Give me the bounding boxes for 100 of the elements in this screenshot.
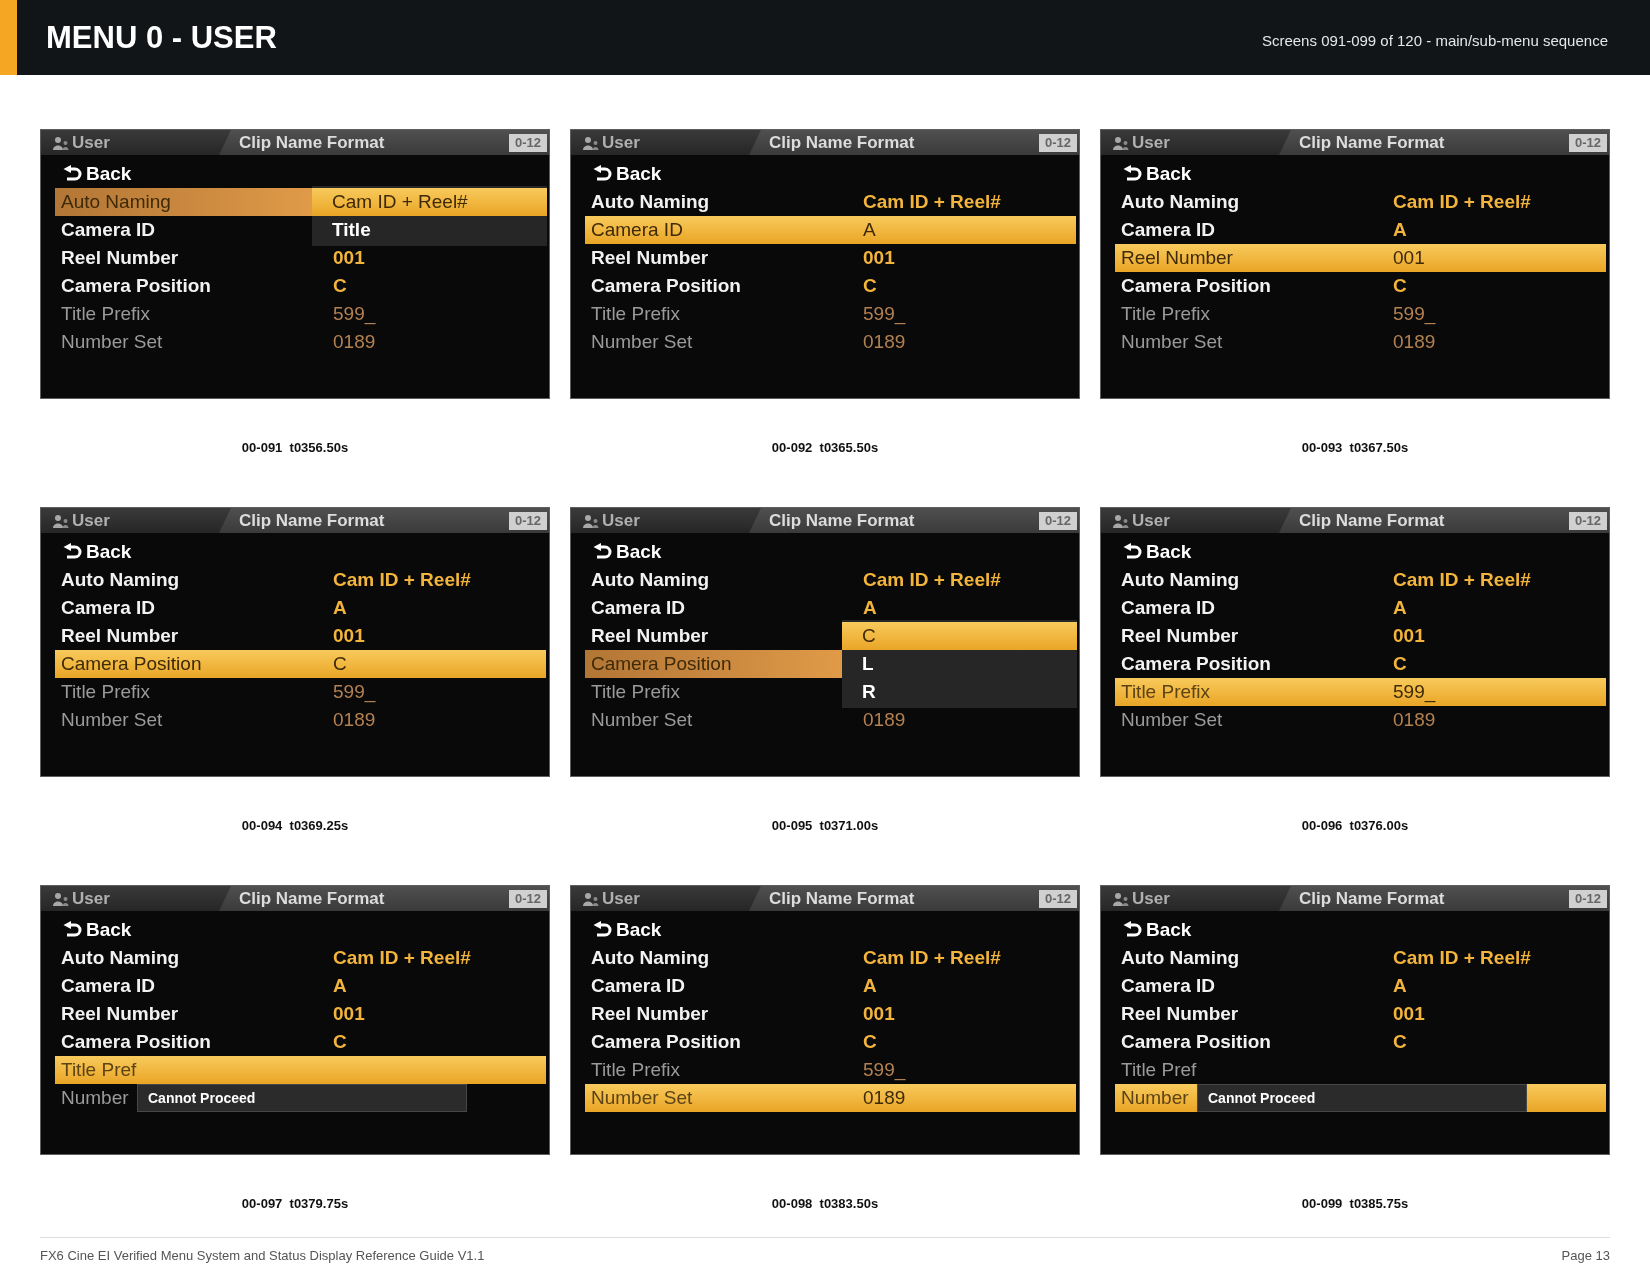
item-label: Number bbox=[1121, 1087, 1189, 1109]
screen-caption: 00-095 t0371.00s bbox=[771, 818, 879, 834]
dropdown-option[interactable]: Title bbox=[312, 216, 547, 244]
item-value: C bbox=[333, 653, 347, 675]
menu-item[interactable]: Auto Naming Cam ID + Reel# bbox=[1115, 944, 1606, 972]
menu-item[interactable]: Camera ID A bbox=[585, 216, 1076, 244]
item-label: Camera Position bbox=[1121, 653, 1271, 675]
page-range-badge: 0-12 bbox=[1568, 133, 1607, 152]
menu-item[interactable]: Reel Number 001 bbox=[55, 244, 546, 272]
item-value: 0189 bbox=[333, 709, 376, 731]
item-label: Number Set bbox=[591, 331, 693, 353]
item-value: 599_ bbox=[863, 303, 906, 325]
back-button[interactable]: Back bbox=[593, 916, 662, 944]
menu-item[interactable]: Camera ID A bbox=[55, 972, 546, 1000]
menu-item[interactable]: Camera Position C bbox=[55, 1028, 546, 1056]
return-arrow-icon bbox=[593, 543, 613, 561]
back-button[interactable]: Back bbox=[1123, 538, 1192, 566]
item-label: Title Prefix bbox=[591, 1059, 681, 1081]
item-label: Number Set bbox=[591, 709, 693, 731]
menu-item[interactable]: Auto Naming Cam ID + Reel# bbox=[55, 944, 546, 972]
back-button[interactable]: Back bbox=[63, 538, 132, 566]
menu-item[interactable]: Camera ID A bbox=[1115, 972, 1606, 1000]
page-subtitle: Screens 091-099 of 120 - main/sub-menu sequence bbox=[1261, 31, 1608, 50]
item-label: Reel Number bbox=[1121, 247, 1233, 269]
return-arrow-icon bbox=[63, 165, 83, 183]
item-label: Title Prefix bbox=[61, 681, 151, 703]
menu-item[interactable]: Camera Position C bbox=[585, 1028, 1076, 1056]
dropdown-option[interactable]: L bbox=[842, 650, 1077, 678]
screen-caption: 00-097 t0379.75s bbox=[241, 1196, 349, 1212]
item-label: Auto Naming bbox=[61, 569, 180, 591]
breadcrumb-label: User bbox=[602, 132, 640, 153]
user-icon bbox=[1113, 135, 1129, 150]
item-value: Cam ID + Reel# bbox=[1393, 947, 1531, 969]
page-range-badge: 0-12 bbox=[508, 889, 547, 908]
item-label: Reel Number bbox=[1121, 1003, 1239, 1025]
user-icon bbox=[53, 135, 69, 150]
item-label: Camera ID bbox=[1121, 975, 1215, 997]
menu-item[interactable]: Camera ID A bbox=[1115, 216, 1606, 244]
item-value: C bbox=[1393, 653, 1407, 675]
back-button[interactable]: Back bbox=[1123, 916, 1192, 944]
menu-item[interactable]: Auto Naming Cam ID + Reel# bbox=[1115, 188, 1606, 216]
item-label: Reel Number bbox=[1121, 625, 1239, 647]
item-label: Title Prefix bbox=[591, 303, 681, 325]
menu-item[interactable]: Camera Position C bbox=[585, 272, 1076, 300]
item-value: A bbox=[863, 975, 877, 997]
menu-item[interactable]: Auto Naming Cam ID + Reel# bbox=[55, 566, 546, 594]
dropdown-option[interactable]: Cam ID + Reel# bbox=[312, 188, 547, 216]
item-label: Reel Number bbox=[61, 1003, 179, 1025]
menu-item[interactable]: Camera ID A bbox=[55, 594, 546, 622]
menu-item[interactable]: Camera Position C bbox=[1115, 272, 1606, 300]
menu-item[interactable]: Auto Naming Cam ID + Reel# bbox=[1115, 566, 1606, 594]
item-value: C bbox=[1393, 1031, 1407, 1053]
item-label: Title Prefix bbox=[1121, 303, 1211, 325]
item-label: Camera ID bbox=[1121, 597, 1215, 619]
menu-item[interactable]: Reel Number 001 bbox=[585, 1000, 1076, 1028]
item-label: Reel Number bbox=[61, 625, 179, 647]
screen-title: Clip Name Format bbox=[1299, 510, 1445, 531]
item-label: Auto Naming bbox=[1121, 191, 1240, 213]
item-label: Title Pref bbox=[61, 1059, 137, 1081]
menu-item[interactable]: Reel Number 001 bbox=[1115, 244, 1606, 272]
back-button[interactable]: Back bbox=[1123, 160, 1192, 188]
item-value: 001 bbox=[1393, 247, 1425, 269]
back-button[interactable]: Back bbox=[63, 160, 132, 188]
menu-item[interactable]: Camera Position C bbox=[55, 272, 546, 300]
menu-item[interactable]: Reel Number 001 bbox=[55, 1000, 546, 1028]
item-value: C bbox=[1393, 275, 1407, 297]
back-button[interactable]: Back bbox=[593, 160, 662, 188]
dropdown-option[interactable]: C bbox=[842, 622, 1077, 650]
menu-item[interactable]: Reel Number 001 bbox=[55, 622, 546, 650]
item-value: A bbox=[1393, 219, 1407, 241]
item-label: Title Pref bbox=[1121, 1059, 1197, 1081]
item-value: 0189 bbox=[863, 709, 906, 731]
item-label: Number Set bbox=[61, 709, 163, 731]
item-value: 599_ bbox=[1393, 681, 1436, 703]
menu-item[interactable]: Camera Position C bbox=[1115, 1028, 1606, 1056]
dropdown-option[interactable]: R bbox=[842, 678, 1077, 706]
menu-item[interactable]: Auto Naming Cam ID + Reel# bbox=[585, 944, 1076, 972]
screen-title: Clip Name Format bbox=[239, 888, 385, 909]
menu-item[interactable]: Camera Position C bbox=[55, 650, 546, 678]
user-icon bbox=[1113, 513, 1129, 528]
screen-title: Clip Name Format bbox=[1299, 132, 1445, 153]
item-value: 001 bbox=[333, 625, 365, 647]
back-button[interactable]: Back bbox=[593, 538, 662, 566]
item-value: Cam ID + Reel# bbox=[863, 947, 1001, 969]
back-button[interactable]: Back bbox=[63, 916, 132, 944]
menu-item[interactable]: Reel Number 001 bbox=[1115, 1000, 1606, 1028]
item-value: A bbox=[333, 597, 347, 619]
menu-item[interactable]: Reel Number 001 bbox=[1115, 622, 1606, 650]
menu-item[interactable]: Camera ID A bbox=[585, 972, 1076, 1000]
item-label: Number Set bbox=[591, 1087, 693, 1109]
menu-item[interactable]: Auto Naming Cam ID + Reel# bbox=[585, 188, 1076, 216]
item-label: Camera Position bbox=[1121, 1031, 1271, 1053]
menu-item[interactable]: Camera Position C bbox=[1115, 650, 1606, 678]
item-label: Auto Naming bbox=[591, 947, 710, 969]
menu-item[interactable]: Camera ID A bbox=[1115, 594, 1606, 622]
screen-title: Clip Name Format bbox=[769, 132, 915, 153]
item-value: Cam ID + Reel# bbox=[333, 569, 471, 591]
menu-item[interactable]: Auto Naming Cam ID + Reel# bbox=[585, 566, 1076, 594]
menu-item[interactable]: Camera ID A bbox=[585, 594, 1076, 622]
menu-item[interactable]: Reel Number 001 bbox=[585, 244, 1076, 272]
